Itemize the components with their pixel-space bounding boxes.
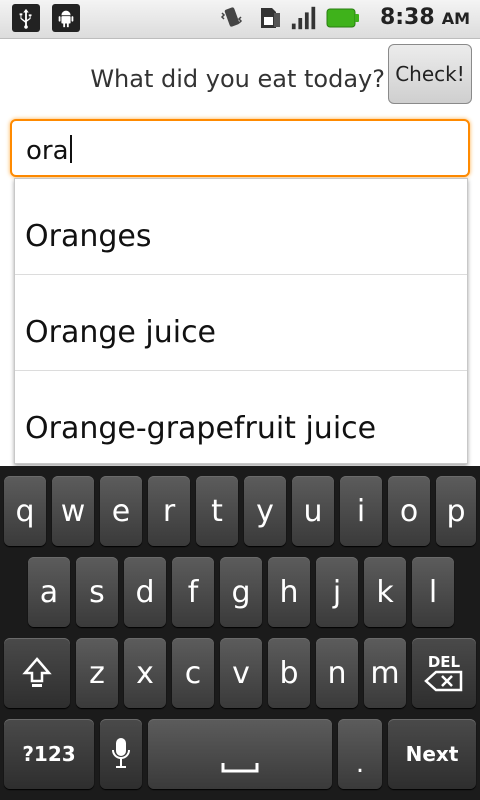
suggestion-item[interactable]: Orange-grapefruit juice xyxy=(15,371,467,463)
key-p[interactable]: p xyxy=(436,476,476,546)
key-k[interactable]: k xyxy=(364,557,406,627)
food-input[interactable]: ora xyxy=(10,119,470,177)
next-label: Next xyxy=(405,742,459,766)
key-a[interactable]: a xyxy=(28,557,70,627)
period-label: . xyxy=(355,749,365,779)
signal-icon xyxy=(290,4,318,32)
symbols-label: ?123 xyxy=(22,742,76,766)
key-r[interactable]: r xyxy=(148,476,190,546)
key-h[interactable]: h xyxy=(268,557,310,627)
text-caret xyxy=(69,135,72,163)
battery-icon xyxy=(326,4,360,32)
delete-key[interactable]: DEL xyxy=(412,638,476,708)
key-q[interactable]: q xyxy=(4,476,46,546)
sim-icon xyxy=(254,4,282,32)
key-c[interactable]: c xyxy=(172,638,214,708)
key-g[interactable]: g xyxy=(220,557,262,627)
key-b[interactable]: b xyxy=(268,638,310,708)
space-icon xyxy=(221,763,259,773)
key-w[interactable]: w xyxy=(52,476,94,546)
key-d[interactable]: d xyxy=(124,557,166,627)
key-z[interactable]: z xyxy=(76,638,118,708)
android-debug-icon xyxy=(52,4,80,32)
voice-input-key[interactable] xyxy=(100,719,142,789)
suggestion-item[interactable]: Orange juice xyxy=(15,275,467,371)
space-key[interactable] xyxy=(148,719,332,789)
status-bar: 8:38 AM xyxy=(0,0,480,39)
suggestion-dropdown: Oranges Orange juice Orange-grapefruit j… xyxy=(14,178,468,464)
input-value: ora xyxy=(26,135,72,166)
key-m[interactable]: m xyxy=(364,638,406,708)
question-label: What did you eat today? xyxy=(90,65,385,93)
key-i[interactable]: i xyxy=(340,476,382,546)
suggestion-item[interactable]: Oranges xyxy=(15,179,467,275)
key-e[interactable]: e xyxy=(100,476,142,546)
key-y[interactable]: y xyxy=(244,476,286,546)
key-u[interactable]: u xyxy=(292,476,334,546)
key-l[interactable]: l xyxy=(412,557,454,627)
vibrate-icon xyxy=(218,4,246,32)
status-icons xyxy=(218,4,360,32)
key-j[interactable]: j xyxy=(316,557,358,627)
next-key[interactable]: Next xyxy=(388,719,476,789)
check-button[interactable]: Check! xyxy=(388,44,472,104)
key-n[interactable]: n xyxy=(316,638,358,708)
symbols-key[interactable]: ?123 xyxy=(4,719,94,789)
microphone-icon xyxy=(112,738,130,768)
key-s[interactable]: s xyxy=(76,557,118,627)
key-x[interactable]: x xyxy=(124,638,166,708)
clock: 8:38 AM xyxy=(379,5,470,30)
shift-icon xyxy=(22,657,52,687)
period-key[interactable]: . xyxy=(338,719,382,789)
key-o[interactable]: o xyxy=(388,476,430,546)
usb-icon xyxy=(12,4,40,32)
delete-label: DEL xyxy=(427,653,461,671)
key-f[interactable]: f xyxy=(172,557,214,627)
suggestion-label: Oranges xyxy=(25,219,152,254)
backspace-icon xyxy=(424,670,463,692)
key-v[interactable]: v xyxy=(220,638,262,708)
shift-key[interactable] xyxy=(4,638,70,708)
suggestion-label: Orange-grapefruit juice xyxy=(25,411,377,446)
suggestion-label: Orange juice xyxy=(25,315,217,350)
key-t[interactable]: t xyxy=(196,476,238,546)
